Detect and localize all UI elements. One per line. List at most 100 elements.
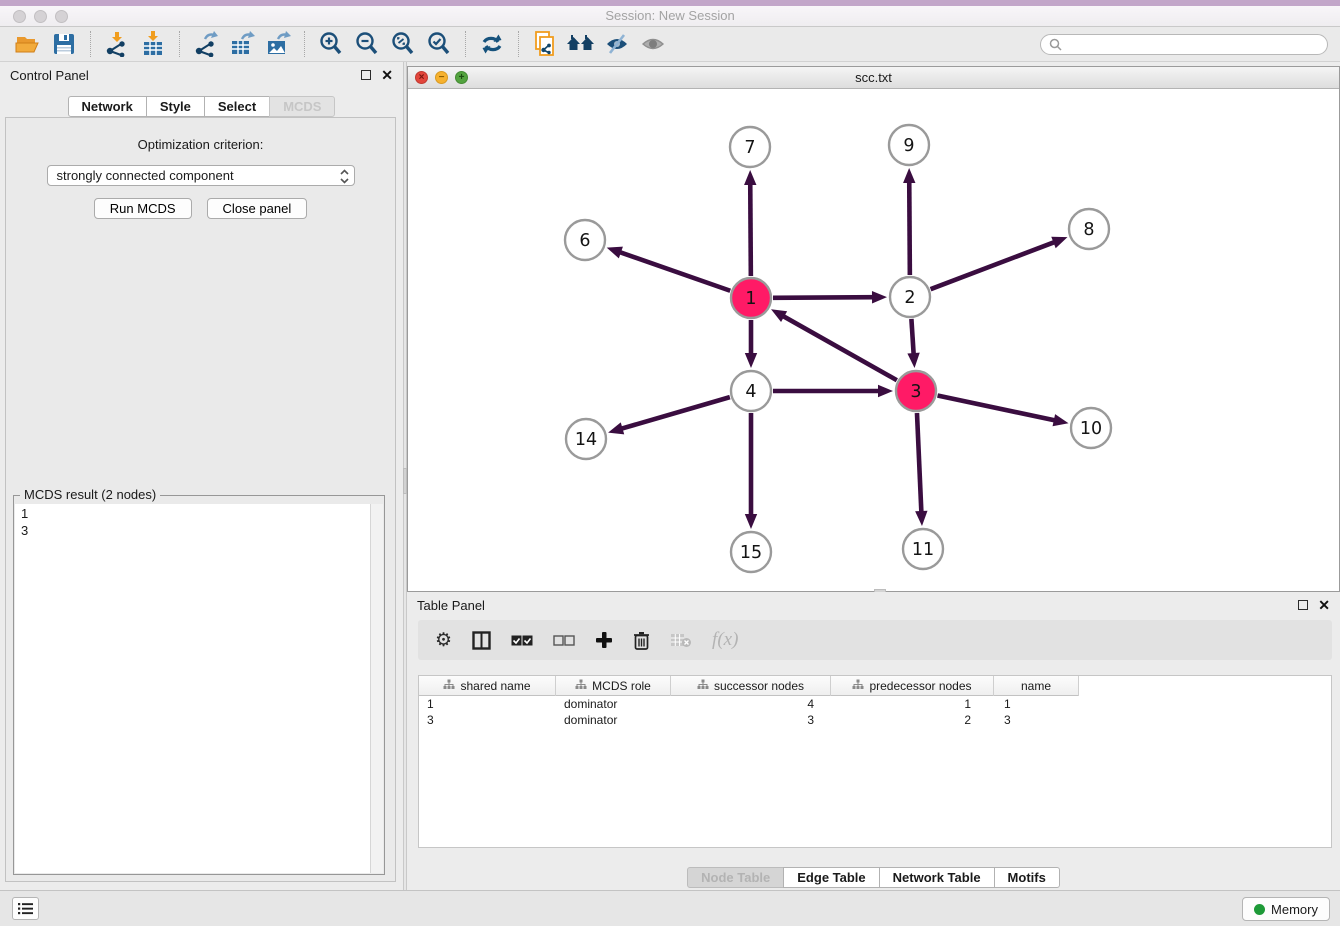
edge-1-2[interactable] [773,291,887,303]
apply-layout-button[interactable] [474,29,510,59]
tab-mcds[interactable]: MCDS [269,96,335,117]
cell[interactable]: 3 [994,712,1079,728]
column-header-predecessor-nodes[interactable]: predecessor nodes [831,676,994,696]
unchecked-boxes-icon [553,635,575,646]
deselect-all-rows-button[interactable] [553,635,575,646]
cell[interactable]: 1 [419,696,556,712]
open-session-button[interactable] [10,29,46,59]
delete-row-button[interactable] [633,631,650,650]
open-folder-icon [15,32,41,56]
network-canvas[interactable]: 7 9 6 8 1 2 4 3 14 10 15 11 [408,89,1339,592]
edge-2-8[interactable] [931,237,1068,289]
edge-1-7[interactable] [744,170,756,276]
graph-node-11[interactable]: 11 [903,529,943,569]
add-column-button[interactable] [595,631,613,649]
memory-button[interactable]: Memory [1242,897,1330,921]
svg-text:15: 15 [740,543,762,563]
graph-node-6[interactable]: 6 [565,220,605,260]
column-header-MCDS-role[interactable]: MCDS role [556,676,671,696]
column-header-successor-nodes[interactable]: successor nodes [671,676,831,696]
table-panel-title: Table Panel [417,598,485,613]
close-view-icon[interactable]: × [415,71,428,84]
control-panel: Control Panel ✕ NetworkStyleSelectMCDS O… [0,62,403,890]
close-table-panel-icon[interactable]: ✕ [1318,600,1330,610]
clone-network-button[interactable] [527,29,563,59]
minimize-view-icon[interactable]: − [435,71,448,84]
edge-1-6[interactable] [607,247,731,291]
search-field[interactable] [1040,34,1328,55]
graph-node-10[interactable]: 10 [1071,408,1111,448]
edge-4-3[interactable] [773,385,893,397]
tab-network[interactable]: Network [68,96,147,117]
hide-details-button[interactable] [599,29,635,59]
table-settings-button[interactable]: ⚙ [435,631,452,650]
network-window-titlebar[interactable]: × − + scc.txt [408,67,1339,89]
float-panel-icon[interactable] [361,70,371,80]
edge-4-15[interactable] [745,413,757,529]
tab-network-table[interactable]: Network Table [879,867,995,888]
edge-2-9[interactable] [903,168,915,275]
table-panel: Table Panel ✕ ⚙ f(x) shared nameMCDS rol… [407,592,1340,890]
graph-node-4[interactable]: 4 [731,371,771,411]
mcds-result-area[interactable]: 1 3 [15,504,383,873]
column-header-shared-name[interactable]: shared name [419,676,556,696]
show-columns-button[interactable] [472,631,491,650]
node-table[interactable]: shared nameMCDS rolesuccessor nodesprede… [418,675,1332,848]
graph-node-2[interactable]: 2 [890,277,930,317]
import-table-button[interactable] [135,29,171,59]
select-all-rows-button[interactable] [511,635,533,646]
tab-edge-table[interactable]: Edge Table [783,867,879,888]
float-table-panel-icon[interactable] [1298,600,1308,610]
tab-style[interactable]: Style [146,96,205,117]
criterion-dropdown[interactable]: strongly connected component [47,165,355,186]
edge-3-10[interactable] [938,396,1069,427]
edge-3-11[interactable] [915,413,927,526]
network-view-window: × − + scc.txt 7 9 6 8 1 2 4 3 14 10 15 11 [407,66,1340,592]
run-mcds-button[interactable]: Run MCDS [94,198,192,219]
search-input[interactable] [1066,37,1319,52]
cell[interactable]: dominator [556,696,671,712]
save-session-button[interactable] [46,29,82,59]
tab-motifs[interactable]: Motifs [994,867,1060,888]
edge-2-3[interactable] [907,319,919,368]
table-row[interactable]: 1dominator411 [419,696,1331,712]
column-header-name[interactable]: name [994,676,1079,696]
table-row[interactable]: 3dominator323 [419,712,1331,728]
tab-select[interactable]: Select [204,96,270,117]
graph-node-1[interactable]: 1 [731,278,771,318]
task-history-button[interactable] [12,897,39,920]
graph-node-8[interactable]: 8 [1069,209,1109,249]
edge-4-14[interactable] [608,397,730,434]
show-details-button[interactable] [635,29,671,59]
import-network-button[interactable] [99,29,135,59]
graph-node-9[interactable]: 9 [889,125,929,165]
edge-3-1[interactable] [771,309,897,380]
cell[interactable]: 4 [671,696,831,712]
export-table-button[interactable] [224,29,260,59]
export-image-button[interactable] [260,29,296,59]
cell[interactable]: 3 [419,712,556,728]
export-network-button[interactable] [188,29,224,59]
cell[interactable]: 1 [831,696,994,712]
graph-node-14[interactable]: 14 [566,419,606,459]
network-graph[interactable]: 7 9 6 8 1 2 4 3 14 10 15 11 [408,89,1339,592]
maximize-view-icon[interactable]: + [455,71,468,84]
graph-node-3[interactable]: 3 [896,371,936,411]
memory-label: Memory [1271,902,1318,917]
tab-node-table[interactable]: Node Table [687,867,784,888]
cell[interactable]: 1 [994,696,1079,712]
result-scrollbar[interactable] [370,504,383,873]
cell[interactable]: 3 [671,712,831,728]
close-panel-button[interactable]: Close panel [207,198,308,219]
close-panel-icon[interactable]: ✕ [381,70,393,80]
edge-1-4[interactable] [745,320,757,368]
zoom-selected-button[interactable] [421,29,457,59]
graph-node-7[interactable]: 7 [730,127,770,167]
cell[interactable]: dominator [556,712,671,728]
graph-node-15[interactable]: 15 [731,532,771,572]
first-neighbors-button[interactable] [563,29,599,59]
zoom-out-button[interactable] [349,29,385,59]
zoom-fit-button[interactable] [385,29,421,59]
cell[interactable]: 2 [831,712,994,728]
zoom-in-button[interactable] [313,29,349,59]
